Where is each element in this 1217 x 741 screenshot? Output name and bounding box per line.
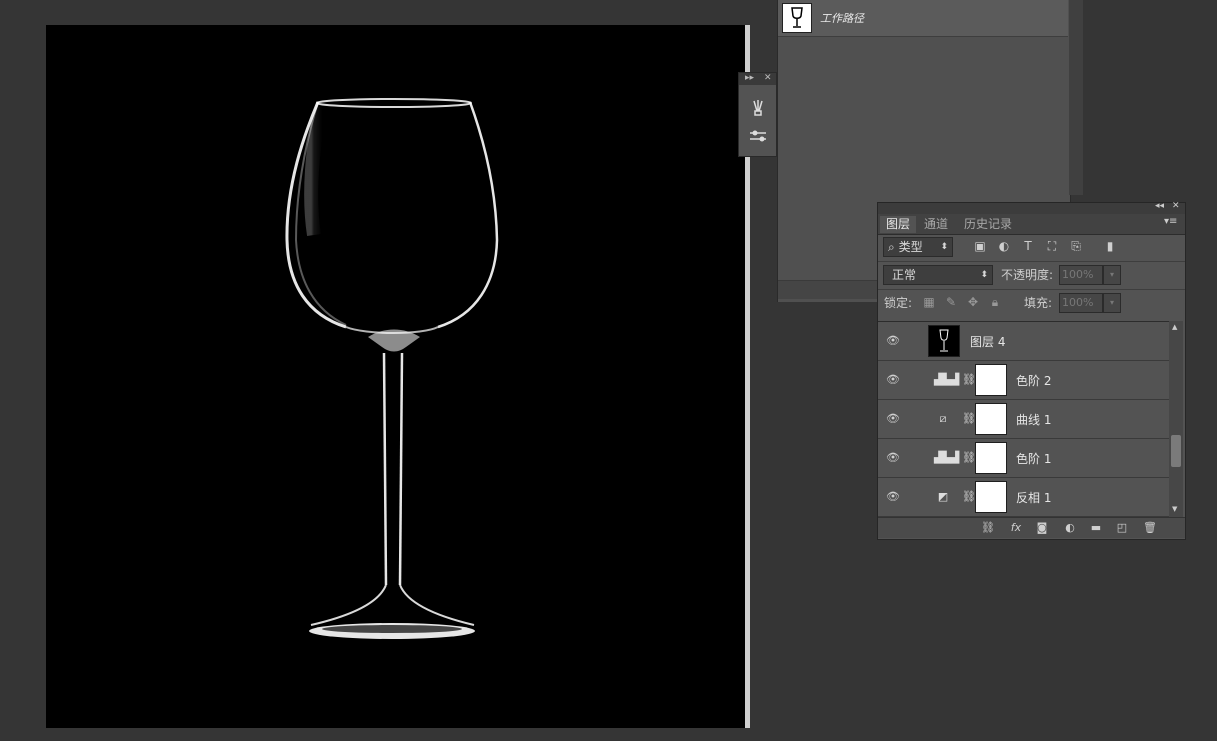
visibility-eye-icon[interactable]: 👁︎ — [886, 412, 900, 426]
opacity-input[interactable]: 100% — [1059, 265, 1103, 285]
layer-name: 图层 4 — [970, 335, 1006, 349]
lock-label: 锁定: — [884, 296, 913, 310]
close-icon[interactable]: ✕ — [1172, 201, 1180, 211]
scroll-up-icon[interactable]: ▲ — [1172, 323, 1177, 331]
filter-kind-value: 类型 — [898, 240, 923, 254]
layer-row[interactable]: 👁︎ ▟▙▟ ⛓︎ 色阶 1 — [878, 439, 1169, 478]
collapsed-tool-panel: ▸▸ ✕ — [738, 72, 777, 157]
layer-name: 色阶 1 — [1016, 452, 1052, 466]
work-path-row[interactable]: 工作路径 — [778, 0, 1068, 37]
collapse-icon[interactable]: ◂◂ — [1155, 201, 1164, 211]
layer-mask-thumbnail[interactable] — [975, 364, 1007, 396]
search-icon: ⌕ — [888, 240, 895, 254]
layers-panel-footer: ⛓︎ fx ◙ ◐ ▬ ◰ 🗑︎ — [878, 517, 1185, 538]
expand-icon[interactable]: ▸▸ — [745, 73, 754, 83]
chevron-down-icon: ▾ — [1109, 298, 1114, 307]
type-filter-icon[interactable]: T — [1021, 239, 1035, 253]
work-path-label: 工作路径 — [820, 12, 864, 25]
fx-icon[interactable]: fx — [1008, 521, 1024, 535]
filter-toggle-icon[interactable]: ▮ — [1103, 239, 1117, 253]
wine-glass-icon — [939, 329, 949, 352]
filter-kind-select[interactable]: ⌕ 类型 ⬍ — [883, 237, 953, 257]
layer-name: 反相 1 — [1016, 491, 1052, 505]
layer-mask-thumbnail[interactable] — [975, 403, 1007, 435]
blend-mode-select[interactable]: 正常 ⬍ — [883, 265, 993, 285]
levels-icon: ▟▙▟ — [934, 451, 960, 464]
wine-glass-image — [285, 98, 499, 639]
panel-dock-strip — [1069, 0, 1083, 195]
layer-name: 曲线 1 — [1016, 413, 1052, 427]
visibility-eye-icon[interactable]: 👁︎ — [886, 334, 900, 348]
stepper-icon: ⬍ — [980, 270, 988, 280]
new-group-icon[interactable]: ▬ — [1088, 521, 1104, 535]
divider — [878, 289, 1185, 290]
fill-label: 填充: — [1024, 296, 1053, 310]
curves-icon: ⧄ — [939, 412, 947, 425]
stepper-icon: ⬍ — [940, 242, 948, 252]
document-canvas[interactable] — [46, 25, 746, 728]
opacity-label: 不透明度: — [1001, 268, 1054, 282]
mask-link-icon[interactable]: ⛓︎ — [962, 373, 976, 387]
tool-panel-header: ▸▸ ✕ — [739, 73, 776, 85]
invert-icon: ◩ — [937, 490, 949, 503]
lock-all-icon[interactable]: 🔒︎ — [988, 295, 1002, 309]
brush-preset-icon[interactable] — [748, 97, 768, 117]
scroll-down-icon[interactable]: ▼ — [1172, 505, 1177, 513]
new-adjustment-icon[interactable]: ◐ — [1062, 521, 1078, 535]
delete-icon[interactable]: 🗑︎ — [1142, 521, 1158, 535]
lock-paint-icon[interactable]: ✎ — [944, 295, 958, 309]
mask-link-icon[interactable]: ⛓︎ — [962, 490, 976, 504]
layer-mask-thumbnail[interactable] — [975, 481, 1007, 513]
fill-input[interactable]: 100% — [1059, 293, 1103, 313]
layer-row[interactable]: 👁︎ ▟▙▟ ⛓︎ 色阶 2 — [878, 361, 1169, 400]
new-layer-icon[interactable]: ◰ — [1114, 521, 1130, 535]
blend-mode-value: 正常 — [892, 268, 917, 282]
mask-link-icon[interactable]: ⛓︎ — [962, 451, 976, 465]
levels-icon: ▟▙▟ — [934, 373, 960, 386]
fill-dropdown[interactable]: ▾ — [1103, 293, 1121, 313]
layers-scrollbar[interactable]: ▲ ▼ — [1169, 321, 1183, 517]
opacity-dropdown[interactable]: ▾ — [1103, 265, 1121, 285]
mask-link-icon[interactable]: ⛓︎ — [962, 412, 976, 426]
layers-list: 👁︎ 图层 4 👁︎ ▟▙▟ ⛓︎ 色阶 2 👁︎ ⧄ ⛓︎ 曲线 1 👁︎ ▟… — [878, 321, 1169, 518]
panel-menu-icon[interactable]: ▾≡ — [1164, 216, 1177, 227]
layers-panel-tabs: 图层 通道 历史记录 ▾≡ — [878, 214, 1185, 235]
path-thumbnail — [782, 3, 812, 33]
smart-object-filter-icon[interactable]: ⎘ — [1069, 239, 1083, 253]
tab-channels[interactable]: 通道 — [918, 216, 954, 233]
layer-row[interactable]: 👁︎ 图层 4 — [878, 322, 1169, 361]
lock-position-icon[interactable]: ✥ — [966, 295, 980, 309]
adjustment-filter-icon[interactable]: ◐ — [997, 239, 1011, 253]
tab-layers[interactable]: 图层 — [880, 216, 917, 233]
layer-row[interactable]: 👁︎ ⧄ ⛓︎ 曲线 1 — [878, 400, 1169, 439]
lock-transparent-icon[interactable]: ▦ — [922, 295, 936, 309]
tab-history[interactable]: 历史记录 — [958, 216, 1018, 233]
layer-thumbnail — [928, 325, 960, 357]
scrollbar-thumb[interactable] — [1171, 435, 1181, 467]
layers-panel-titlebar: ◂◂ ✕ — [878, 201, 1185, 214]
layer-mask-thumbnail[interactable] — [975, 442, 1007, 474]
link-layers-icon[interactable]: ⛓︎ — [980, 521, 996, 535]
visibility-eye-icon[interactable]: 👁︎ — [886, 490, 900, 504]
add-mask-icon[interactable]: ◙ — [1034, 521, 1050, 535]
shape-filter-icon[interactable]: ⛶ — [1045, 239, 1059, 253]
layer-name: 色阶 2 — [1016, 374, 1052, 388]
visibility-eye-icon[interactable]: 👁︎ — [886, 373, 900, 387]
layer-row[interactable]: 👁︎ ◩ ⛓︎ 反相 1 — [878, 478, 1169, 517]
brush-settings-icon[interactable] — [748, 127, 768, 147]
layers-panel: ◂◂ ✕ 图层 通道 历史记录 ▾≡ ⌕ 类型 ⬍ ▣ ◐ T ⛶ ⎘ ▮ 正常… — [877, 201, 1186, 540]
close-icon[interactable]: ✕ — [764, 73, 772, 83]
visibility-eye-icon[interactable]: 👁︎ — [886, 451, 900, 465]
image-filter-icon[interactable]: ▣ — [973, 239, 987, 253]
wine-glass-icon — [791, 7, 803, 28]
chevron-down-icon: ▾ — [1109, 270, 1114, 279]
